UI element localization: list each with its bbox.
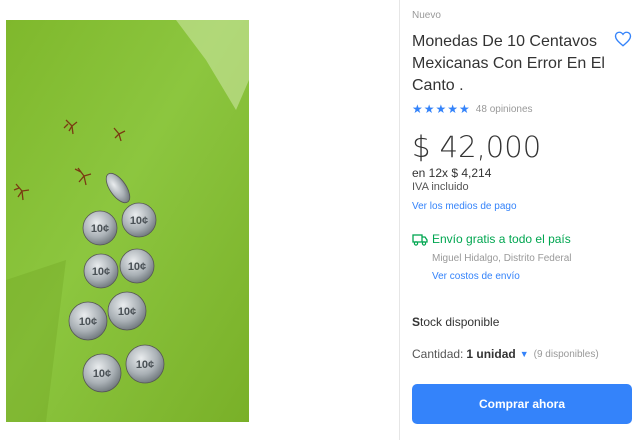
coins-on-green-surface-image: 10¢ 10¢ 10¢ 10¢ 10¢ 10¢ 10¢ 10¢	[6, 20, 249, 422]
free-shipping-text: Envío gratis a todo el país	[432, 232, 571, 246]
condition-label: Nuevo	[412, 10, 441, 21]
product-info-panel: Nuevo Monedas De 10 Centavos Mexicanas C…	[412, 0, 634, 440]
shipping-info: Envío gratis a todo el país	[412, 232, 571, 246]
star-icon-group: ★★★★★	[412, 102, 471, 116]
chevron-down-icon: ▼	[519, 349, 529, 359]
price: $ 42,000	[412, 130, 542, 164]
svg-text:10¢: 10¢	[130, 215, 148, 227]
available-units: (9 disponibles)	[533, 348, 599, 360]
installments-info: en 12x $ 4,214	[412, 166, 492, 180]
payment-methods-link[interactable]: Ver los medios de pago	[412, 201, 517, 212]
svg-text:10¢: 10¢	[118, 306, 136, 318]
column-divider	[399, 0, 400, 440]
tax-note: IVA incluido	[412, 181, 469, 193]
svg-text:10¢: 10¢	[79, 316, 97, 328]
rating[interactable]: ★★★★★ 48 opiniones	[412, 102, 533, 116]
stock-status: Stock disponible	[412, 315, 499, 329]
svg-text:10¢: 10¢	[92, 266, 110, 278]
stock-status-text: tock disponible	[420, 315, 500, 329]
product-title: Monedas De 10 Centavos Mexicanas Con Err…	[412, 33, 605, 94]
svg-text:10¢: 10¢	[128, 261, 146, 273]
reviews-count: 48 opiniones	[475, 103, 533, 115]
favorite-button[interactable]	[614, 30, 632, 48]
product-photo[interactable]: 10¢ 10¢ 10¢ 10¢ 10¢ 10¢ 10¢ 10¢	[6, 20, 249, 422]
buy-now-button[interactable]: Comprar ahora	[412, 384, 632, 424]
quantity-value: 1 unidad	[466, 347, 516, 361]
stock-status-initial: S	[412, 315, 421, 329]
svg-text:10¢: 10¢	[136, 359, 154, 371]
svg-text:10¢: 10¢	[93, 368, 111, 380]
heart-icon	[614, 31, 632, 47]
image-gallery: 10¢ 10¢ 10¢ 10¢ 10¢ 10¢ 10¢ 10¢	[0, 0, 400, 440]
quantity-selector[interactable]: Cantidad: 1 unidad ▼ (9 disponibles)	[412, 347, 599, 361]
svg-text:10¢: 10¢	[91, 223, 109, 235]
quantity-label: Cantidad:	[412, 347, 464, 361]
shipping-costs-link[interactable]: Ver costos de envío	[432, 271, 520, 282]
truck-icon	[412, 233, 428, 246]
seller-location: Miguel Hidalgo, Distrito Federal	[432, 253, 572, 264]
